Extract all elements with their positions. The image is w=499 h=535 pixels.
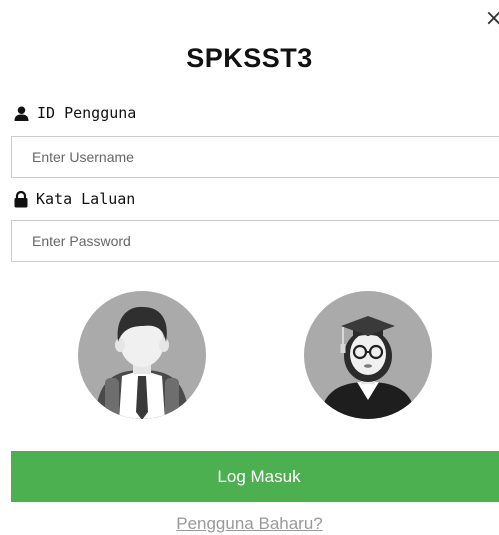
username-label: ID Pengguna (14, 104, 136, 122)
password-input[interactable] (11, 220, 499, 262)
graduate-woman-avatar-icon[interactable] (303, 290, 433, 420)
page-title: SPKSST3 (186, 43, 313, 73)
login-button[interactable]: Log Masuk (11, 451, 499, 502)
login-modal: × SPKSST3 ID Pengguna Kata Laluan (0, 0, 499, 535)
username-input[interactable] (11, 136, 499, 178)
lock-icon (14, 190, 28, 208)
student-boy-avatar-icon[interactable] (77, 290, 207, 420)
password-label: Kata Laluan (14, 190, 135, 208)
user-icon (14, 105, 29, 121)
password-label-text: Kata Laluan (36, 190, 136, 208)
new-user-link[interactable]: Pengguna Baharu? (0, 514, 499, 534)
close-button[interactable]: × (485, 8, 499, 30)
username-label-text: ID Pengguna (37, 104, 137, 122)
